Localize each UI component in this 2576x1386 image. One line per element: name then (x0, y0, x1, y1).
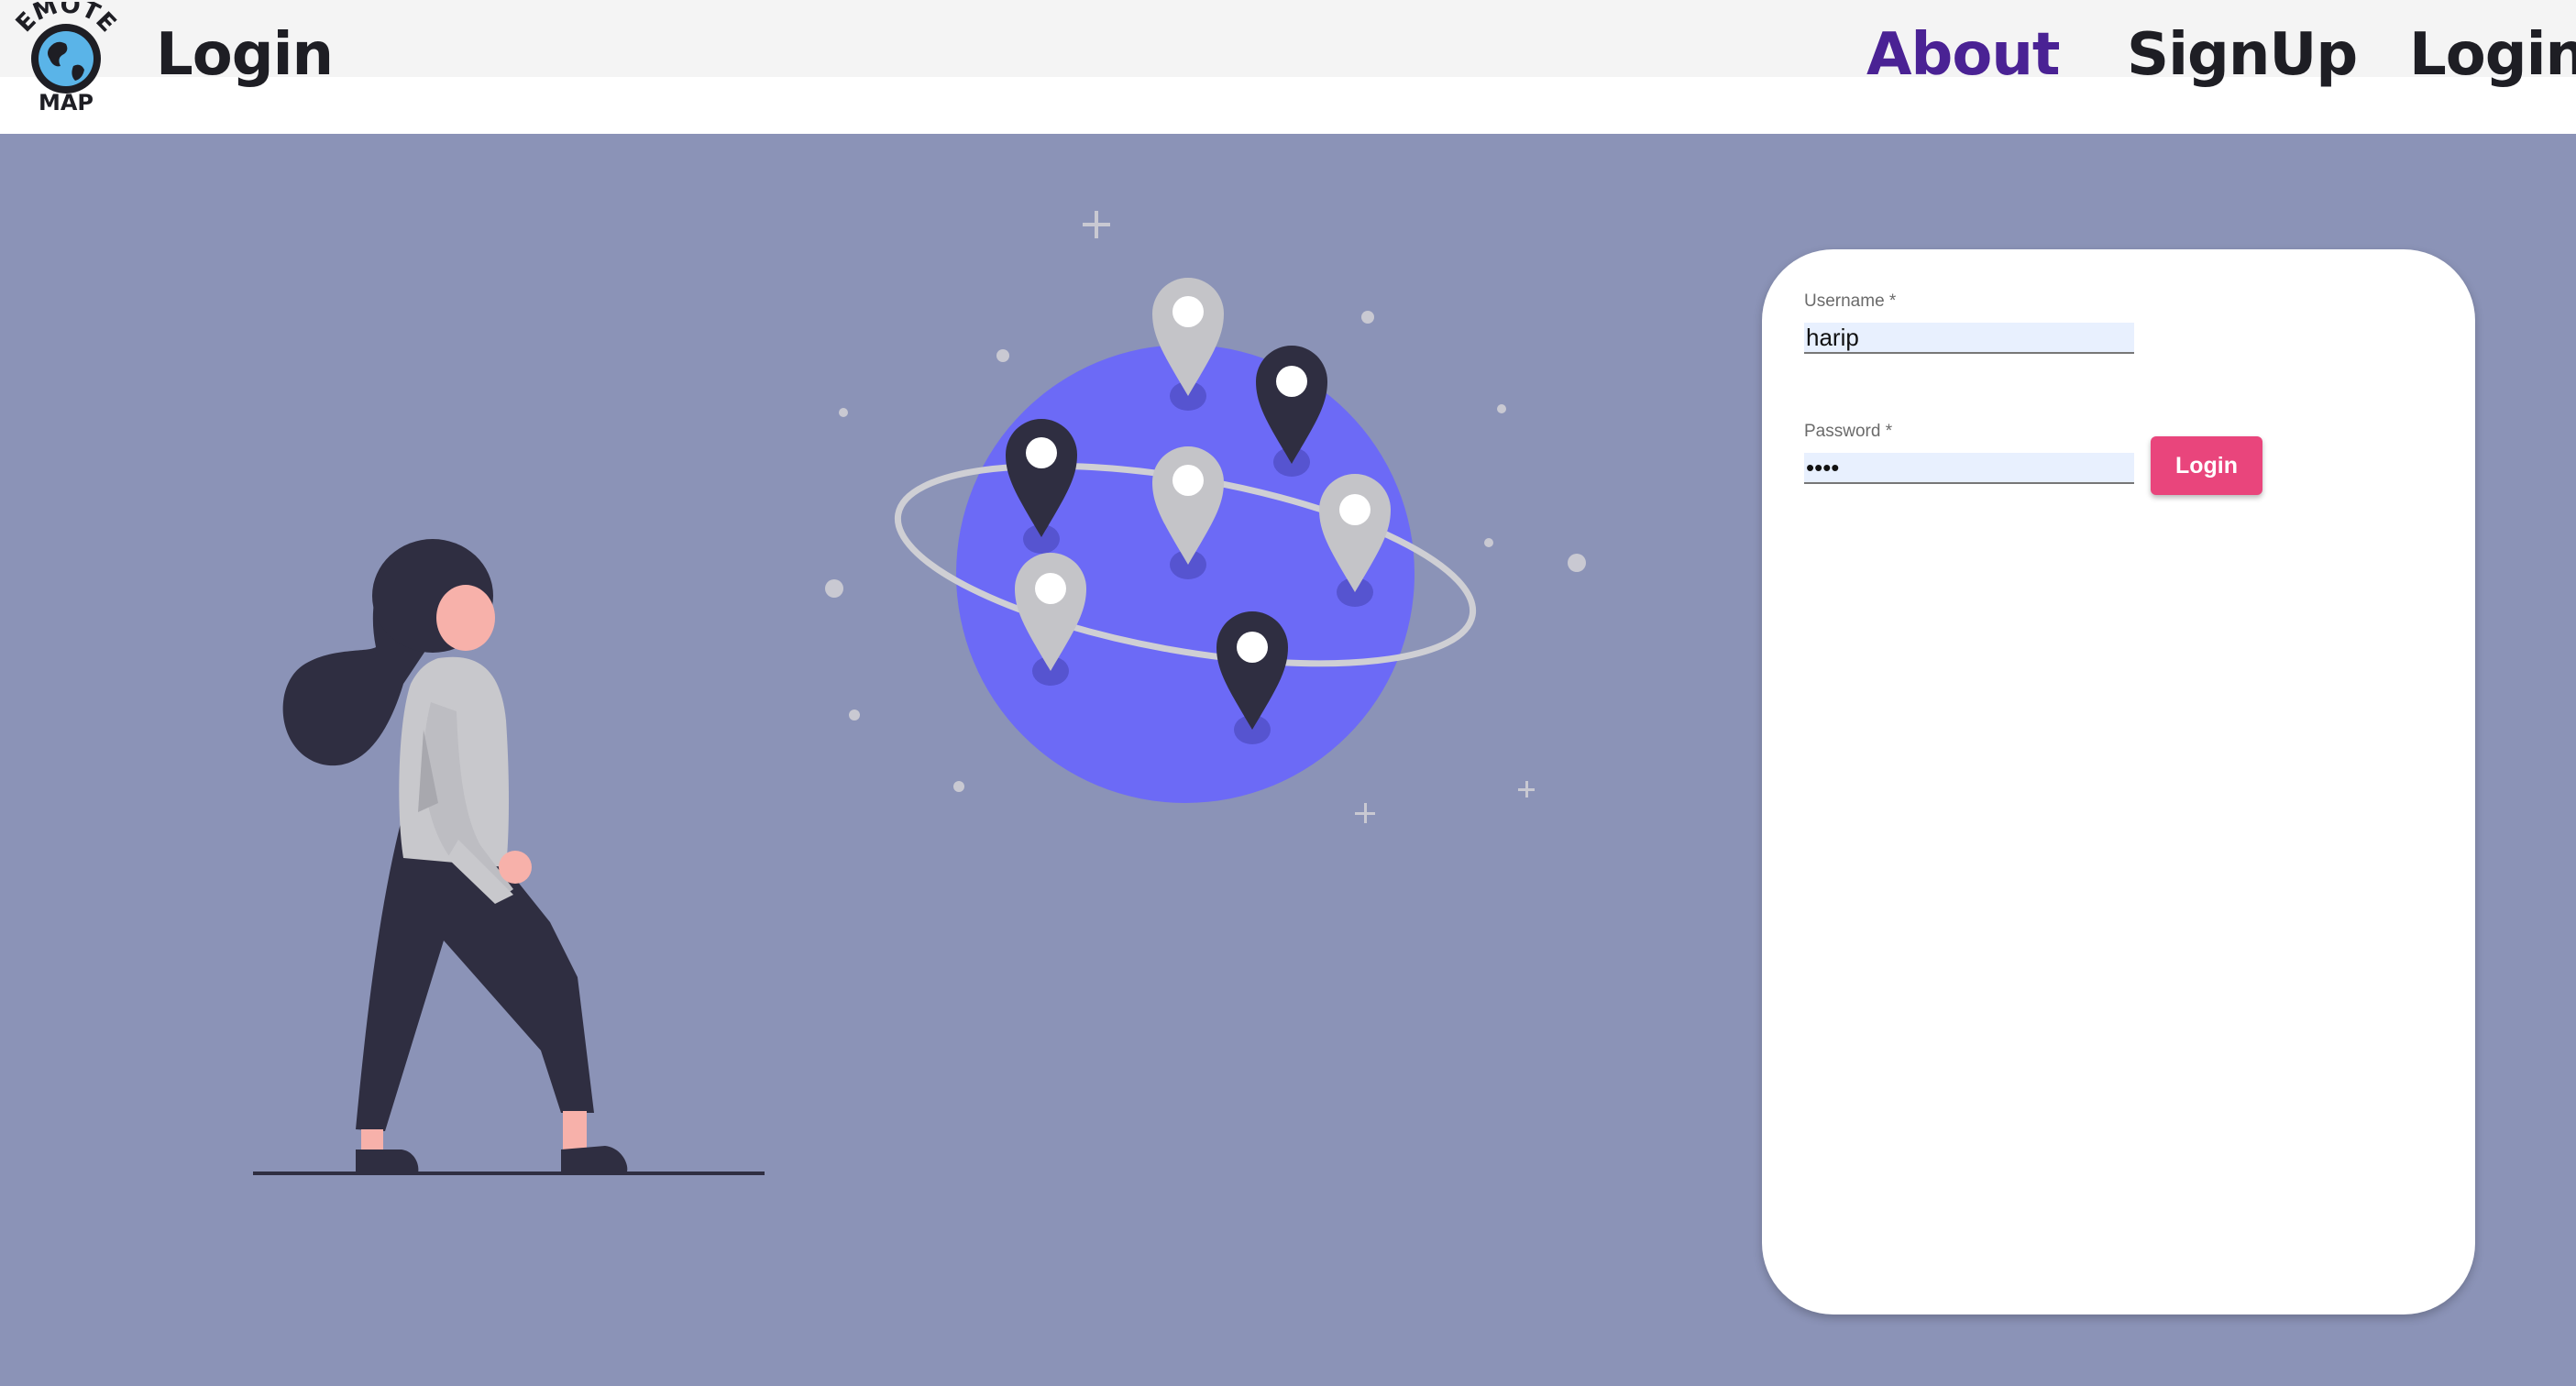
page-title: Login (156, 21, 334, 89)
hero-illustration (253, 211, 1586, 1175)
username-input[interactable] (1804, 323, 2134, 354)
username-label: Username * (1804, 292, 1897, 311)
login-card: Username * Password * Login (1762, 249, 2475, 1314)
password-input[interactable] (1804, 453, 2134, 484)
nav-about-link[interactable]: About (1866, 18, 2060, 92)
globe-logo-icon[interactable]: EMOTE MAP (6, 2, 127, 114)
woman-figure-icon (253, 539, 765, 1175)
login-submit-button[interactable]: Login (2151, 436, 2262, 495)
password-label: Password * (1804, 422, 1893, 441)
nav-login-link[interactable]: Login (2409, 18, 2576, 92)
nav-signup-link[interactable]: SignUp (2127, 18, 2358, 92)
logo-text-bottom: MAP (39, 90, 94, 114)
